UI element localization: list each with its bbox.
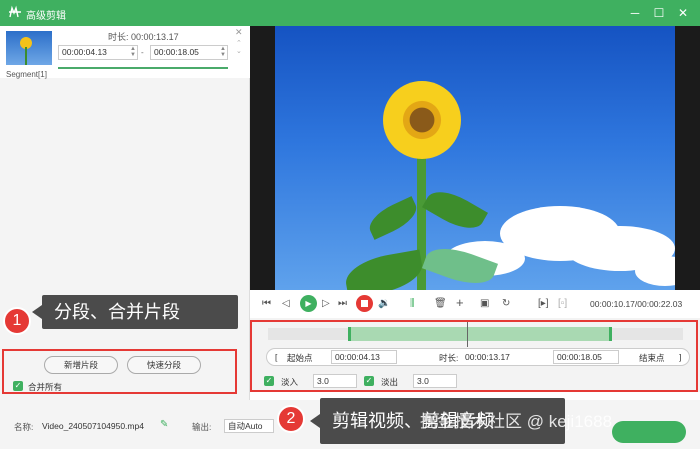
maximize-button[interactable]: ☐ xyxy=(650,4,668,22)
edit-icon[interactable]: ✎ xyxy=(160,419,168,430)
sunflower xyxy=(383,81,461,159)
mark-out-icon[interactable]: [▫] xyxy=(558,298,567,309)
playback-timecode: 00:00:10.17/00:00:22.03 xyxy=(590,299,683,309)
go-end-icon[interactable]: ⏭ xyxy=(338,298,347,309)
delete-icon[interactable]: 🗑 xyxy=(434,298,447,309)
close-icon[interactable]: ✕ xyxy=(235,27,243,38)
close-button[interactable]: ✕ xyxy=(674,4,692,22)
spinner-icon[interactable]: ▲ ▼ xyxy=(220,46,226,58)
segment-card[interactable]: Segment[1] 时长: 00:00:13.17 00:00:04.13 ▲… xyxy=(0,26,250,79)
callout-1: 分段、合并片段 xyxy=(32,295,238,329)
step-back-icon[interactable]: ◁ xyxy=(282,298,290,309)
filename: Video_240507104950.mp4 xyxy=(42,421,144,431)
step-forward-icon[interactable]: ▷ xyxy=(322,298,330,309)
mark-in-icon[interactable]: [▸] xyxy=(538,298,549,309)
new-segment-button[interactable]: 新增片段 xyxy=(44,356,118,374)
output-select[interactable]: 自动Auto xyxy=(224,419,274,433)
segment-label: Segment[1] xyxy=(6,70,47,79)
volume-icon[interactable]: 🔉 xyxy=(378,298,390,309)
video-preview[interactable] xyxy=(250,26,700,290)
segment-start-input[interactable]: 00:00:04.13 ▲ ▼ xyxy=(58,45,138,60)
app-logo-icon xyxy=(9,5,21,18)
go-start-icon[interactable]: ⏮ xyxy=(262,298,271,309)
copy-icon[interactable]: ▣ xyxy=(480,298,489,309)
reorder-icon[interactable]: ⌃ ⌄ xyxy=(236,40,242,56)
segment-end-input[interactable]: 00:00:18.05 ▲ ▼ xyxy=(150,45,228,60)
name-label: 名称: xyxy=(14,422,34,432)
watermark: 掘金技术社区 @ keji1688 xyxy=(420,412,613,431)
add-icon[interactable]: + xyxy=(456,295,464,310)
player-toolbar: ⏮ ◁ ▶ ▷ ⏭ 🔉 ⫼ 🗑 + ▣ ↻ [▸] [▫] 00:00:10.1… xyxy=(250,290,700,318)
merge-all-label: 合并所有 xyxy=(28,382,63,392)
minimize-button[interactable]: ─ xyxy=(626,4,644,22)
quick-split-button[interactable]: 快速分段 xyxy=(127,356,201,374)
segment-duration: 时长: 00:00:13.17 xyxy=(108,32,179,42)
step-badge-2: 2 xyxy=(277,405,305,433)
undo-icon[interactable]: ↻ xyxy=(502,298,510,309)
video-frame xyxy=(275,26,675,290)
segment-thumbnail xyxy=(6,31,52,65)
title-bar: 高级剪辑 ─ ☐ ✕ xyxy=(0,0,700,26)
step-badge-1: 1 xyxy=(3,307,31,335)
output-label: 输出: xyxy=(192,422,212,432)
segment-panel: Segment[1] 时长: 00:00:13.17 00:00:04.13 ▲… xyxy=(0,26,250,400)
merge-all-checkbox[interactable]: ✓ xyxy=(13,381,23,391)
stop-button[interactable] xyxy=(356,295,373,312)
spinner-icon[interactable]: ▲ ▼ xyxy=(130,46,136,58)
split-icon[interactable]: ⫼ xyxy=(410,298,415,309)
segment-progress-bar xyxy=(58,67,228,69)
highlight-trim-area xyxy=(250,320,698,392)
window-title: 高级剪辑 xyxy=(26,11,66,22)
play-button[interactable]: ▶ xyxy=(300,295,317,312)
export-button[interactable] xyxy=(612,421,686,443)
